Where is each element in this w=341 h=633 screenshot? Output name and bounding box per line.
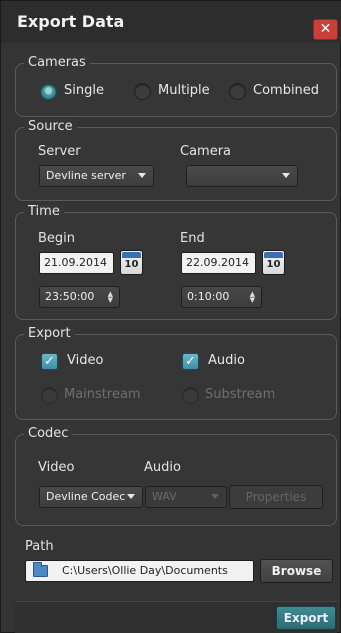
window-title: Export Data [17,12,125,31]
combined-radio-label[interactable]: Combined [253,83,319,98]
end-time-spinner[interactable]: 0:10:00 ▲ ▼ [181,286,262,308]
substream-radio[interactable] [182,387,199,404]
multiple-radio-label[interactable]: Multiple [158,83,210,98]
server-select-value: Devline server [46,169,126,182]
begin-time-spinner[interactable]: 23:50:00 ▲ ▼ [39,286,120,308]
audio-codec-select[interactable]: WAV [145,486,227,508]
footer-bar: Export [15,601,337,633]
time-group: Time Begin 21.09.2014 10 23:50:00 ▲ ▼ End… [15,204,337,320]
close-icon[interactable]: ✕ [313,19,338,40]
cameras-group: Cameras Single Multiple Combined [15,55,337,117]
chevron-down-icon [282,173,290,178]
begin-label: Begin [38,231,76,246]
chevron-down-icon [138,173,146,178]
end-calendar-icon[interactable]: 10 [262,250,285,275]
codec-audio-label: Audio [144,460,181,475]
video-codec-value: Devline Codec [46,490,126,503]
video-checkbox[interactable]: ✓ [41,353,58,370]
spinner-arrows-icon[interactable]: ▲ ▼ [108,291,113,304]
codec-video-label: Video [38,460,75,475]
folder-icon [33,562,48,577]
camera-label: Camera [180,144,232,159]
export-data-window: Export Data ✕ Cameras Single Multiple Co… [0,0,341,633]
title-bar: Export Data ✕ [1,1,341,43]
end-time-value: 0:10:00 [187,290,230,303]
end-label: End [180,231,205,246]
calendar-day: 10 [266,259,281,270]
export-group: Export ✓ Video ✓ Audio Mainstream Substr… [15,326,337,420]
begin-calendar-icon[interactable]: 10 [120,250,143,275]
properties-button[interactable]: Properties [229,485,323,509]
calendar-header [264,252,283,258]
substream-radio-label[interactable]: Substream [205,387,275,402]
path-value: C:\Users\Ollie Day\Documents [62,564,228,577]
mainstream-radio-label[interactable]: Mainstream [64,387,141,402]
spinner-arrows-icon[interactable]: ▲ ▼ [250,291,255,304]
audio-checkbox[interactable]: ✓ [182,353,199,370]
server-select[interactable]: Devline server [39,165,154,187]
video-codec-select[interactable]: Devline Codec [39,486,143,508]
camera-select[interactable] [186,165,298,187]
calendar-header [122,252,141,258]
chevron-down-icon [211,494,219,499]
audio-checkbox-label[interactable]: Audio [208,353,245,368]
calendar-day: 10 [124,259,139,270]
multiple-radio[interactable] [134,83,151,100]
begin-time-value: 23:50:00 [45,290,95,303]
codec-group: Codec Video Audio Devline Codec WAV Prop… [15,426,337,526]
export-button[interactable]: Export [276,606,336,630]
begin-date-field[interactable]: 21.09.2014 [39,252,114,274]
path-field[interactable]: C:\Users\Ollie Day\Documents [25,560,254,582]
audio-codec-value: WAV [152,490,177,503]
export-legend: Export [24,326,75,341]
source-legend: Source [24,119,77,134]
combined-radio[interactable] [229,83,246,100]
chevron-down-icon [127,494,135,499]
path-label: Path [25,539,54,554]
source-group: Source Server Devline server Camera [15,119,337,201]
codec-legend: Codec [24,426,73,441]
time-legend: Time [24,204,64,219]
end-date-field[interactable]: 22.09.2014 [181,252,256,274]
single-radio-label[interactable]: Single [64,83,104,98]
video-checkbox-label[interactable]: Video [67,353,103,368]
cameras-legend: Cameras [24,55,90,70]
mainstream-radio[interactable] [41,387,58,404]
server-label: Server [38,144,81,159]
single-radio[interactable] [40,83,57,100]
browse-button[interactable]: Browse [260,559,333,583]
